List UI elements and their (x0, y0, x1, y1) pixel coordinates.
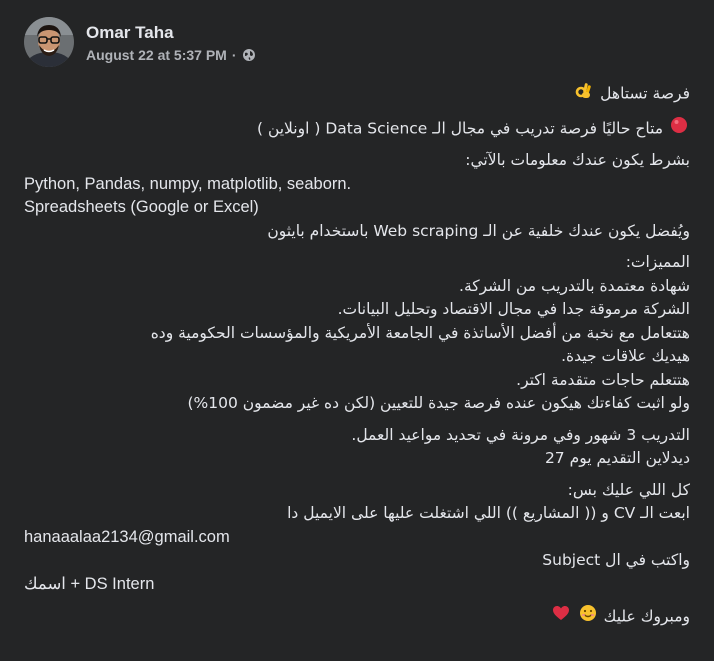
benefit-learning: هتتعلم حاجات متقدمة اكتر. (516, 370, 690, 389)
paragraph-duration: التدريب 3 شهور وفي مرونة في تحديد مواعيد… (24, 424, 690, 471)
deadline-text: ديدلاين التقديم يوم 27 (544, 449, 690, 467)
subject-instruction: واكتب في ال Subject (542, 551, 690, 569)
post-meta: Omar Taha August 22 at 5:37 PM · (86, 22, 256, 63)
post-body: فرصة تستاهل متاح حاليًا فرصة تدريب في مج… (24, 80, 690, 638)
red-circle-emoji (670, 116, 688, 142)
benefit-company: الشركة مرموقة جدا في مجال الاقتصاد وتحلي… (337, 300, 690, 318)
paragraph-headline: فرصة تستاهل (24, 80, 690, 108)
benefit-professors: هتتعامل مع نخبة من أفضل الأساتذة في الجا… (150, 323, 690, 342)
benefits-heading: المميزات: (625, 253, 690, 271)
paragraph-apply: كل اللي عليك بس: ابعت الـ CV و (( المشار… (24, 479, 690, 597)
paragraph-offer: متاح حاليًا فرصة تدريب في مجال الـ Data … (24, 116, 690, 142)
apply-heading: كل اللي عليك بس: (567, 480, 690, 499)
post-header: Omar Taha August 22 at 5:37 PM · (24, 16, 256, 68)
email-address[interactable]: hanaaalaa2134@gmail.com (24, 526, 690, 550)
paragraph-benefits: المميزات: شهادة معتمدة بالتدريب من الشرك… (24, 251, 690, 416)
post-subline: August 22 at 5:37 PM · (86, 47, 256, 63)
smiling-face-emoji (579, 604, 597, 630)
separator-dot: · (231, 46, 237, 63)
offer-text: متاح حاليًا فرصة تدريب في مجال الـ Data … (256, 118, 664, 137)
apply-instruction: ابعت الـ CV و (( المشاريع )) اللي اشتغلت… (287, 504, 690, 522)
author-avatar[interactable] (24, 17, 74, 67)
requirements-skills: Python, Pandas, numpy, matplotlib, seabo… (24, 174, 352, 193)
requirements-spreadsheets: Spreadsheets (Google or Excel) (24, 198, 259, 216)
subject-format-text: DS Intern + اسمك (24, 574, 155, 593)
headline-text: فرصة تستاهل (600, 84, 690, 103)
requirements-preferred: ويُفضل يكون عندك خلفية عن الـ Web scrapi… (267, 221, 690, 240)
closing-line: ومبروك عليك (24, 604, 690, 630)
red-heart-emoji (552, 604, 570, 630)
benefit-certificate: شهادة معتمدة بالتدريب من الشركة. (459, 276, 690, 295)
ok-hand-emoji (573, 80, 593, 108)
headline-line: فرصة تستاهل (24, 80, 690, 108)
avatar-image (24, 17, 74, 67)
paragraph-closing: ومبروك عليك (24, 604, 690, 630)
paragraph-requirements: بشرط يكون عندك معلومات بالآتي: Python, P… (24, 149, 690, 243)
requirements-heading: بشرط يكون عندك معلومات بالآتي: (465, 151, 690, 169)
post-timestamp[interactable]: August 22 at 5:37 PM (86, 47, 227, 63)
post-card: Omar Taha August 22 at 5:37 PM · فرصة تس… (0, 0, 714, 661)
benefit-hiring: ولو اثبت كفاءتك هيكون عنده فرصة جيدة للت… (187, 394, 690, 412)
closing-text: ومبروك عليك (603, 607, 690, 626)
offer-line: متاح حاليًا فرصة تدريب في مجال الـ Data … (24, 116, 690, 142)
globe-icon[interactable] (242, 48, 256, 62)
author-name[interactable]: Omar Taha (86, 22, 256, 44)
subject-format: DS Intern + اسمك (24, 573, 690, 597)
benefit-connections: هيديك علاقات جيدة. (561, 347, 690, 365)
duration-text: التدريب 3 شهور وفي مرونة في تحديد مواعيد… (351, 425, 690, 444)
